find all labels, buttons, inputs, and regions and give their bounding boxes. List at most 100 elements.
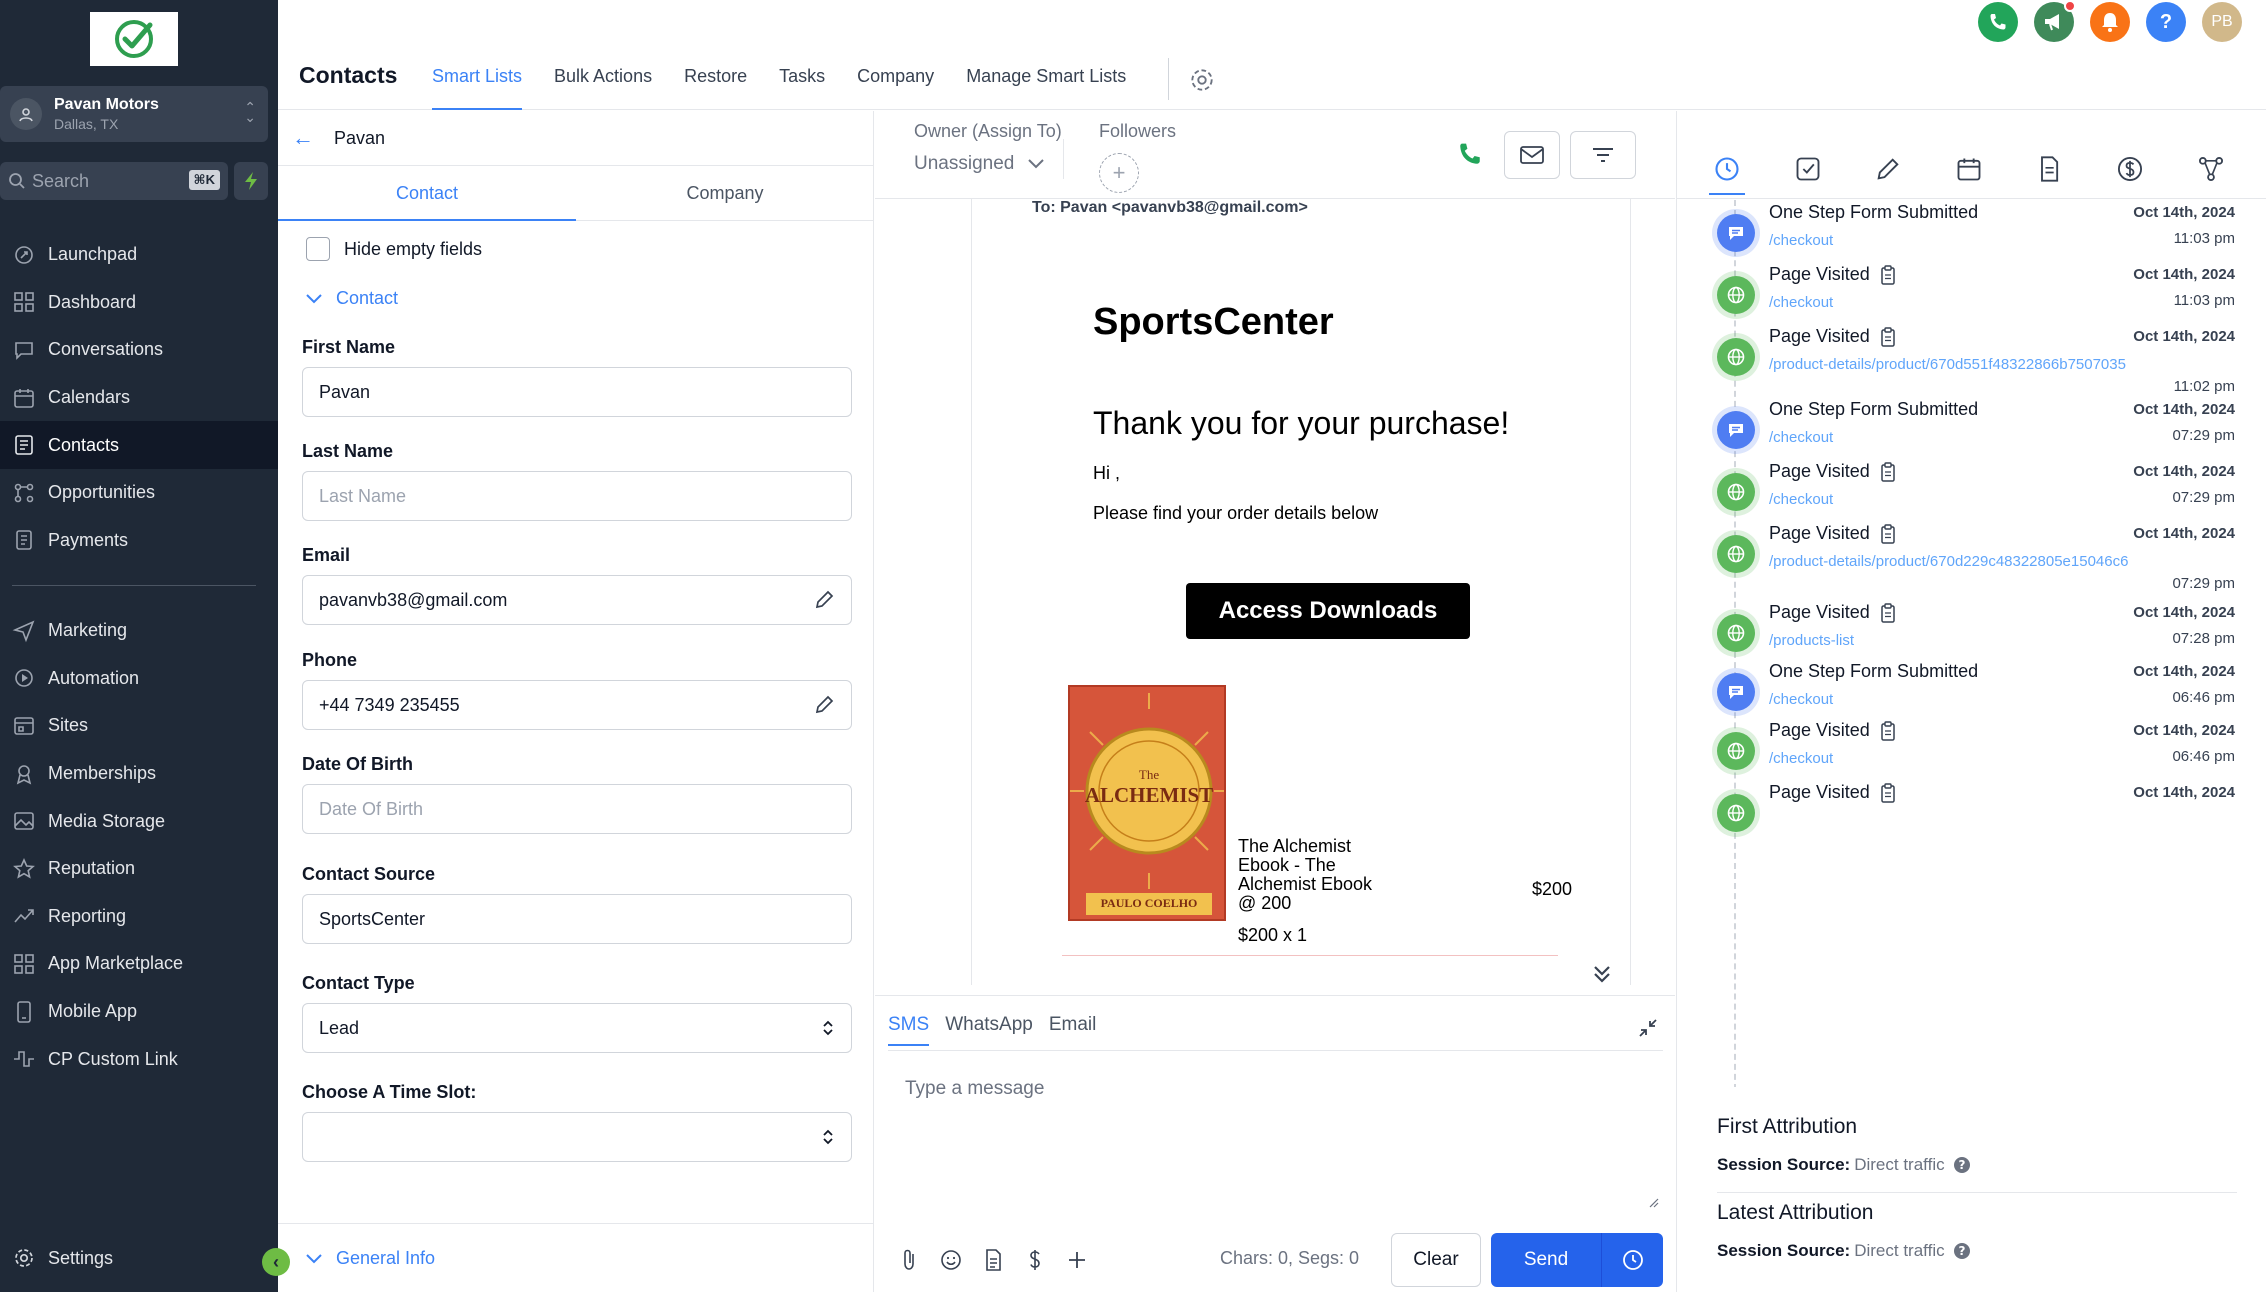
message-input[interactable]: Type a message: [905, 1078, 1044, 1100]
email-input[interactable]: pavanvb38@gmail.com: [302, 575, 852, 625]
add-follower-button[interactable]: +: [1099, 153, 1139, 193]
search-box[interactable]: Search ⌘K: [0, 162, 228, 200]
schedule-send-button[interactable]: [1601, 1233, 1663, 1287]
activity-path-link[interactable]: /checkout: [1769, 691, 1833, 708]
tab-manage-smart-lists[interactable]: Manage Smart Lists: [966, 66, 1126, 110]
sidebar-item-media-storage[interactable]: Media Storage: [0, 797, 278, 845]
sidebar-item-app-marketplace[interactable]: App Marketplace: [0, 940, 278, 988]
scroll-down-button[interactable]: [1592, 963, 1612, 985]
sidebar-item-sites[interactable]: Sites: [0, 702, 278, 750]
back-button[interactable]: ← Pavan: [292, 125, 385, 151]
tab-company[interactable]: Company: [576, 166, 874, 220]
tab-restore[interactable]: Restore: [684, 66, 747, 110]
clipboard-icon[interactable]: [1880, 523, 1896, 544]
time-slot-select[interactable]: [302, 1112, 852, 1162]
activity-path-link[interactable]: /products-list: [1769, 632, 1854, 649]
help-button[interactable]: ?: [2146, 2, 2186, 42]
template-icon[interactable]: [981, 1248, 1005, 1272]
clipboard-icon[interactable]: [1880, 782, 1896, 803]
sidebar-item-cp-custom-link[interactable]: CP Custom Link: [0, 1035, 278, 1083]
clear-button[interactable]: Clear: [1391, 1233, 1481, 1287]
product-price: $200: [1532, 879, 1573, 899]
tab-workflows[interactable]: [2197, 155, 2225, 183]
activity-path-link[interactable]: /checkout: [1769, 750, 1833, 767]
sidebar-item-contacts[interactable]: Contacts: [0, 421, 278, 469]
clipboard-icon[interactable]: [1880, 264, 1896, 285]
email-brand: SportsCenter: [1093, 301, 1334, 343]
send-button[interactable]: Send: [1491, 1233, 1601, 1287]
emoji-icon[interactable]: [939, 1248, 963, 1272]
sidebar-item-mobile-app[interactable]: Mobile App: [0, 988, 278, 1036]
sidebar-item-calendars[interactable]: Calendars: [0, 374, 278, 422]
tab-notes[interactable]: [1874, 155, 1902, 183]
sidebar-item-memberships[interactable]: Memberships: [0, 750, 278, 798]
tab-whatsapp[interactable]: WhatsApp: [945, 1014, 1033, 1046]
help-circle-icon[interactable]: ?: [1953, 1156, 1971, 1174]
owner-select[interactable]: Unassigned: [914, 153, 1045, 175]
company-logo[interactable]: [90, 12, 178, 66]
last-name-input[interactable]: Last Name: [302, 471, 852, 521]
contact-source-input[interactable]: SportsCenter: [302, 894, 852, 944]
activity-path-link[interactable]: /product-details/product/670d551f4832286…: [1769, 356, 2126, 373]
tab-smart-lists[interactable]: Smart Lists: [432, 66, 523, 110]
account-switcher[interactable]: Pavan Motors Dallas, TX ⌃ ⌄: [0, 86, 268, 142]
first-name-input[interactable]: Pavan: [302, 367, 852, 417]
sidebar-item-dashboard[interactable]: Dashboard: [0, 279, 278, 327]
tab-contact[interactable]: Contact: [278, 166, 576, 221]
call-contact-button[interactable]: [1457, 141, 1483, 167]
resize-handle[interactable]: [1647, 1196, 1659, 1208]
notifications-button[interactable]: [2090, 2, 2130, 42]
clipboard-icon[interactable]: [1880, 461, 1896, 482]
clipboard-icon[interactable]: [1880, 602, 1896, 623]
clipboard-icon[interactable]: [1880, 326, 1896, 347]
sidebar-item-reputation[interactable]: Reputation: [0, 845, 278, 893]
help-circle-icon[interactable]: ?: [1953, 1242, 1971, 1260]
sidebar-item-payments[interactable]: Payments: [0, 517, 278, 565]
activity-path-link[interactable]: /checkout: [1769, 232, 1833, 249]
dob-input[interactable]: Date Of Birth: [302, 784, 852, 834]
quick-action-button[interactable]: [234, 162, 268, 200]
sidebar-item-settings[interactable]: Settings: [0, 1235, 278, 1281]
sidebar-item-launchpad[interactable]: Launchpad: [0, 231, 278, 279]
tab-tasks[interactable]: [1794, 155, 1822, 183]
collapse-sidebar-button[interactable]: ‹: [262, 1248, 290, 1276]
user-avatar[interactable]: PB: [2202, 2, 2242, 42]
dollar-icon[interactable]: [1023, 1248, 1047, 1272]
tab-payments[interactable]: [2116, 155, 2144, 183]
tab-documents[interactable]: [2035, 155, 2063, 183]
access-downloads-button[interactable]: Access Downloads: [1186, 583, 1470, 639]
settings-button[interactable]: [1188, 66, 1216, 94]
filter-button[interactable]: [1570, 131, 1636, 179]
email-view-button[interactable]: [1504, 131, 1560, 179]
hide-empty-checkbox[interactable]: [306, 237, 330, 261]
activity-path-link[interactable]: /checkout: [1769, 429, 1833, 446]
general-info-section-header[interactable]: General Info: [306, 1248, 435, 1269]
call-button[interactable]: [1978, 2, 2018, 42]
sidebar-item-opportunities[interactable]: Opportunities: [0, 469, 278, 517]
pencil-icon[interactable]: [813, 694, 835, 716]
tab-appointments[interactable]: [1955, 155, 1983, 183]
pencil-icon[interactable]: [813, 589, 835, 611]
tab-email[interactable]: Email: [1049, 1014, 1097, 1046]
activity-path-link[interactable]: /product-details/product/670d229c4832280…: [1769, 553, 2128, 570]
phone-input[interactable]: +44 7349 235455: [302, 680, 852, 730]
sidebar-item-reporting[interactable]: Reporting: [0, 893, 278, 941]
sidebar-item-automation[interactable]: Automation: [0, 655, 278, 703]
plus-icon[interactable]: [1065, 1248, 1089, 1272]
attachment-icon[interactable]: [897, 1248, 921, 1272]
sidebar-item-conversations[interactable]: Conversations: [0, 326, 278, 374]
tab-tasks[interactable]: Tasks: [779, 66, 825, 110]
tab-bulk-actions[interactable]: Bulk Actions: [554, 66, 652, 110]
contact-section-header[interactable]: Contact: [306, 288, 398, 309]
sidebar-item-marketing[interactable]: Marketing: [0, 607, 278, 655]
tab-company[interactable]: Company: [857, 66, 934, 110]
contact-type-select[interactable]: Lead: [302, 1003, 852, 1053]
clipboard-icon[interactable]: [1880, 720, 1896, 741]
collapse-composer-button[interactable]: [1638, 1018, 1658, 1038]
announcements-button[interactable]: [2034, 0, 2076, 42]
tab-activity[interactable]: [1709, 155, 1745, 195]
tab-sms[interactable]: SMS: [888, 1014, 930, 1046]
activity-path-link[interactable]: /checkout: [1769, 294, 1833, 311]
hide-empty-fields-toggle[interactable]: Hide empty fields: [306, 237, 482, 261]
activity-path-link[interactable]: /checkout: [1769, 491, 1833, 508]
